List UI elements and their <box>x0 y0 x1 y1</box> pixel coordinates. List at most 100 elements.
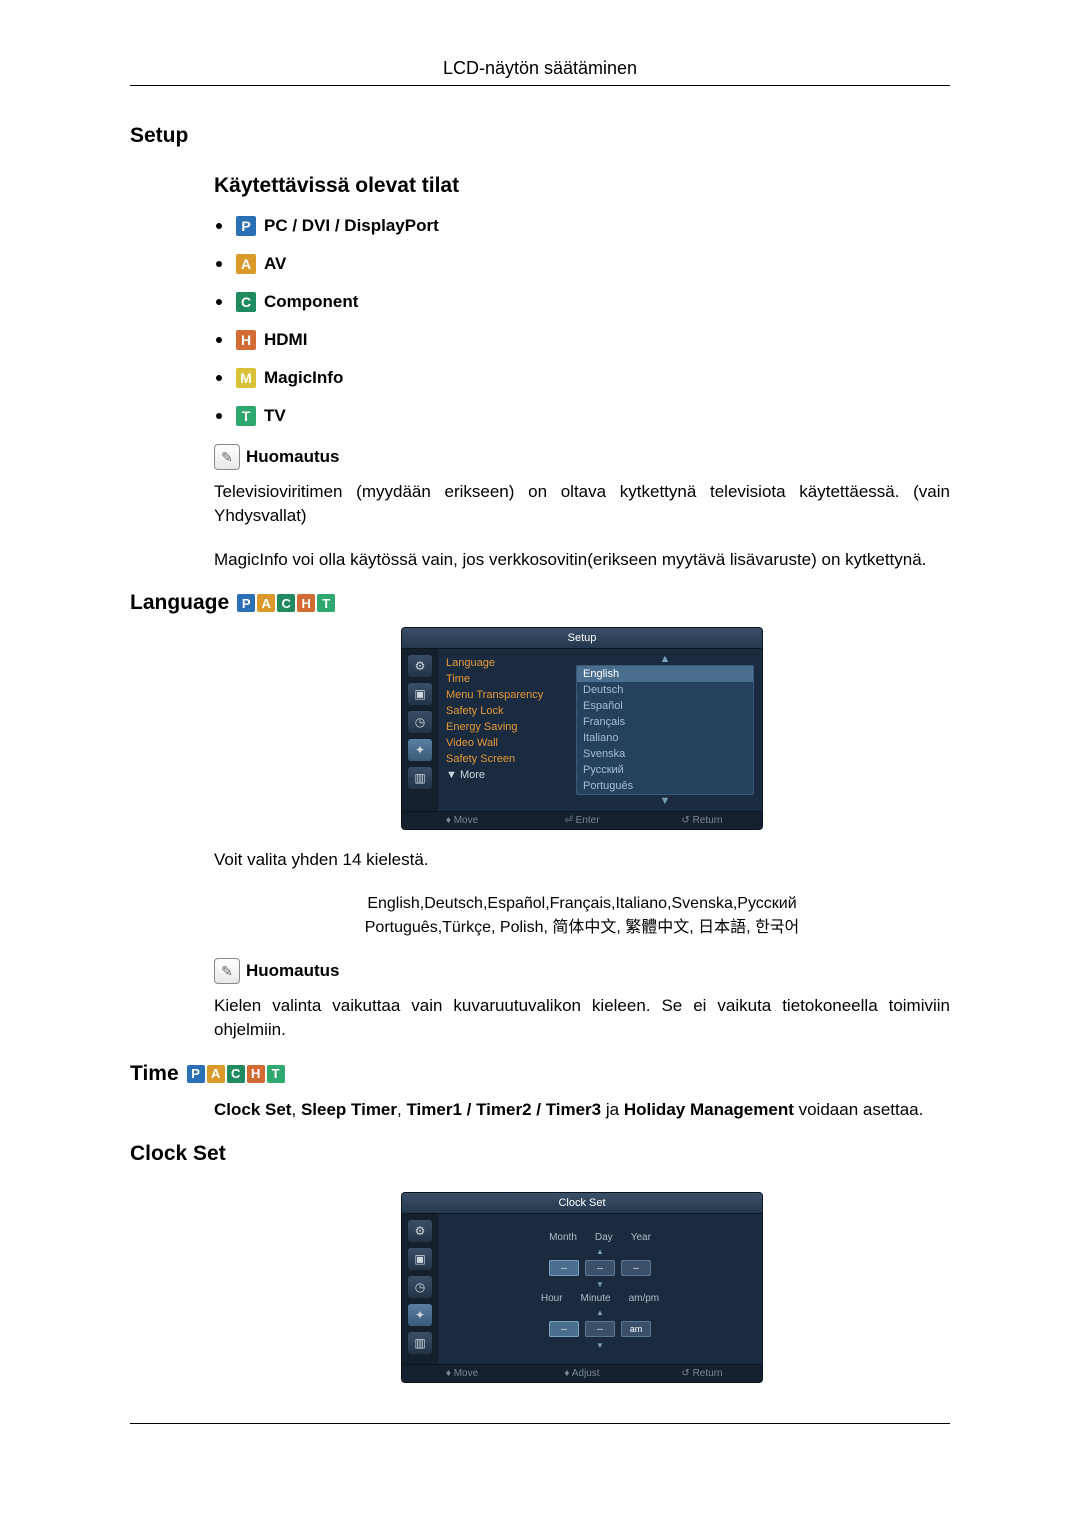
mode-item: H HDMI <box>216 330 950 350</box>
menu-more[interactable]: ▼ More <box>446 767 576 783</box>
lang-portugues[interactable]: Português <box>577 778 753 794</box>
mode-item: TTV <box>216 406 950 426</box>
osd-icon-strip: ⚙ ▣ ◷ ✦ ▥ <box>402 649 438 811</box>
a-icon: A <box>236 254 256 274</box>
field-hour[interactable]: -- <box>549 1321 579 1337</box>
mode-label: AV <box>264 254 286 274</box>
osd-icon-sound: ◷ <box>408 1276 432 1298</box>
page: LCD-näytön säätäminen Setup Käytettäviss… <box>0 0 1080 1527</box>
lang-russian[interactable]: Русский <box>577 762 753 778</box>
modes-list: PPC / DVI / DisplayPortAAVCComponentHHDM… <box>130 216 950 426</box>
osd-icon-input: ⚙ <box>408 655 432 677</box>
field-day[interactable]: -- <box>585 1260 615 1276</box>
osd-icon-input: ⚙ <box>408 1220 432 1242</box>
footer-adjust: ♦ Adjust <box>522 1365 642 1382</box>
menu-video-wall[interactable]: Video Wall <box>446 735 576 751</box>
bullet-icon <box>216 413 222 419</box>
mode-item: C Component <box>216 292 950 312</box>
osd-icon-multi: ▥ <box>408 767 432 789</box>
osd-icon-strip: ⚙ ▣ ◷ ✦ ▥ <box>402 1214 438 1364</box>
mode-label: Component <box>264 292 358 312</box>
menu-safety-screen[interactable]: Safety Screen <box>446 751 576 767</box>
clock-osd-title: Clock Set <box>402 1193 762 1214</box>
footer-enter: ⏎ Enter <box>522 812 642 829</box>
footer-divider <box>130 1423 950 1424</box>
footer-return: ↺ Return <box>642 812 762 829</box>
page-header: LCD-näytön säätäminen <box>130 0 950 79</box>
time-heading: Time P A C H T <box>130 1062 950 1086</box>
h-icon: H <box>247 1065 265 1083</box>
menu-time[interactable]: Time <box>446 671 576 687</box>
modes-heading: Käytettävissä olevat tilat <box>214 174 950 198</box>
a-icon: A <box>207 1065 225 1083</box>
lang-english[interactable]: English <box>577 666 753 682</box>
c-icon: C <box>277 594 295 612</box>
bullet-icon <box>216 299 222 305</box>
note-row: ✎ Huomautus <box>214 444 950 470</box>
mode-label: MagicInfo <box>264 368 343 388</box>
time-heading-text: Time <box>130 1062 179 1086</box>
field-year[interactable]: -- <box>621 1260 651 1276</box>
label-ampm: am/pm <box>629 1293 660 1304</box>
footer-return: ↺ Return <box>642 1365 762 1382</box>
note-label: Huomautus <box>246 447 340 467</box>
h-icon: H <box>236 330 256 350</box>
field-month[interactable]: -- <box>549 1260 579 1276</box>
h-icon: H <box>297 594 315 612</box>
language-list[interactable]: English Deutsch Español Français Italian… <box>576 665 754 795</box>
label-hour: Hour <box>541 1293 563 1304</box>
label-year: Year <box>631 1232 651 1243</box>
label-day: Day <box>595 1232 613 1243</box>
menu-language[interactable]: Language <box>446 655 576 671</box>
language-paragraph: Voit valita yhden 14 kielestä. <box>214 848 950 872</box>
languages-line-2: Português,Türkçe, Polish, 简体中文, 繁體中文, 日本… <box>214 916 950 940</box>
footer-move: ♦ Move <box>402 812 522 829</box>
label-minute: Minute <box>581 1293 611 1304</box>
note-row-2: ✎ Huomautus <box>214 958 950 984</box>
osd-icon-setup: ✦ <box>408 739 432 761</box>
osd-menu-col: Language Time Menu Transparency Safety L… <box>438 649 576 811</box>
lang-francais[interactable]: Français <box>577 714 753 730</box>
clock-osd-body: ⚙ ▣ ◷ ✦ ▥ Month Day Year ▲ -- -- <box>402 1214 762 1364</box>
menu-energy-saving[interactable]: Energy Saving <box>446 719 576 735</box>
c-icon: C <box>227 1065 245 1083</box>
mode-item: M MagicInfo <box>216 368 950 388</box>
time-mode-icons: P A C H T <box>187 1065 287 1083</box>
osd-icon-picture: ▣ <box>408 1248 432 1270</box>
m-icon: M <box>236 368 256 388</box>
osd-footer: ♦ Move ⏎ Enter ↺ Return <box>402 811 762 829</box>
note-icon: ✎ <box>214 958 240 984</box>
mode-label: TV <box>264 406 286 426</box>
clockset-heading: Clock Set <box>130 1142 950 1166</box>
lang-espanol[interactable]: Español <box>577 698 753 714</box>
a-icon: A <box>257 594 275 612</box>
language-heading: Language P A C H T <box>130 591 950 615</box>
menu-safety-lock[interactable]: Safety Lock <box>446 703 576 719</box>
note-paragraph-3: Kielen valinta vaikuttaa vain kuvaruutuv… <box>214 994 950 1042</box>
mode-label: HDMI <box>264 330 307 350</box>
time-paragraph: Clock Set, Sleep Timer, Timer1 / Timer2 … <box>214 1098 950 1122</box>
p-icon: P <box>187 1065 205 1083</box>
osd-icon-sound: ◷ <box>408 711 432 733</box>
language-heading-text: Language <box>130 591 229 615</box>
bullet-icon <box>216 223 222 229</box>
lang-deutsch[interactable]: Deutsch <box>577 682 753 698</box>
bullet-icon <box>216 375 222 381</box>
field-ampm[interactable]: am <box>621 1321 651 1337</box>
setup-osd: Setup ⚙ ▣ ◷ ✦ ▥ Language Time Menu Trans… <box>401 627 763 830</box>
osd-lang-col: ▲ English Deutsch Español Français Itali… <box>576 649 762 811</box>
footer-move: ♦ Move <box>402 1365 522 1382</box>
note-icon: ✎ <box>214 444 240 470</box>
menu-transparency[interactable]: Menu Transparency <box>446 687 576 703</box>
lang-svenska[interactable]: Svenska <box>577 746 753 762</box>
osd-icon-picture: ▣ <box>408 683 432 705</box>
note-paragraph-1: Televisioviritimen (myydään erikseen) on… <box>214 480 950 528</box>
p-icon: P <box>236 216 256 236</box>
bullet-icon <box>216 337 222 343</box>
setup-osd-title: Setup <box>402 628 762 649</box>
field-minute[interactable]: -- <box>585 1321 615 1337</box>
c-icon: C <box>236 292 256 312</box>
osd-icon-multi: ▥ <box>408 1332 432 1354</box>
lang-italiano[interactable]: Italiano <box>577 730 753 746</box>
label-month: Month <box>549 1232 577 1243</box>
